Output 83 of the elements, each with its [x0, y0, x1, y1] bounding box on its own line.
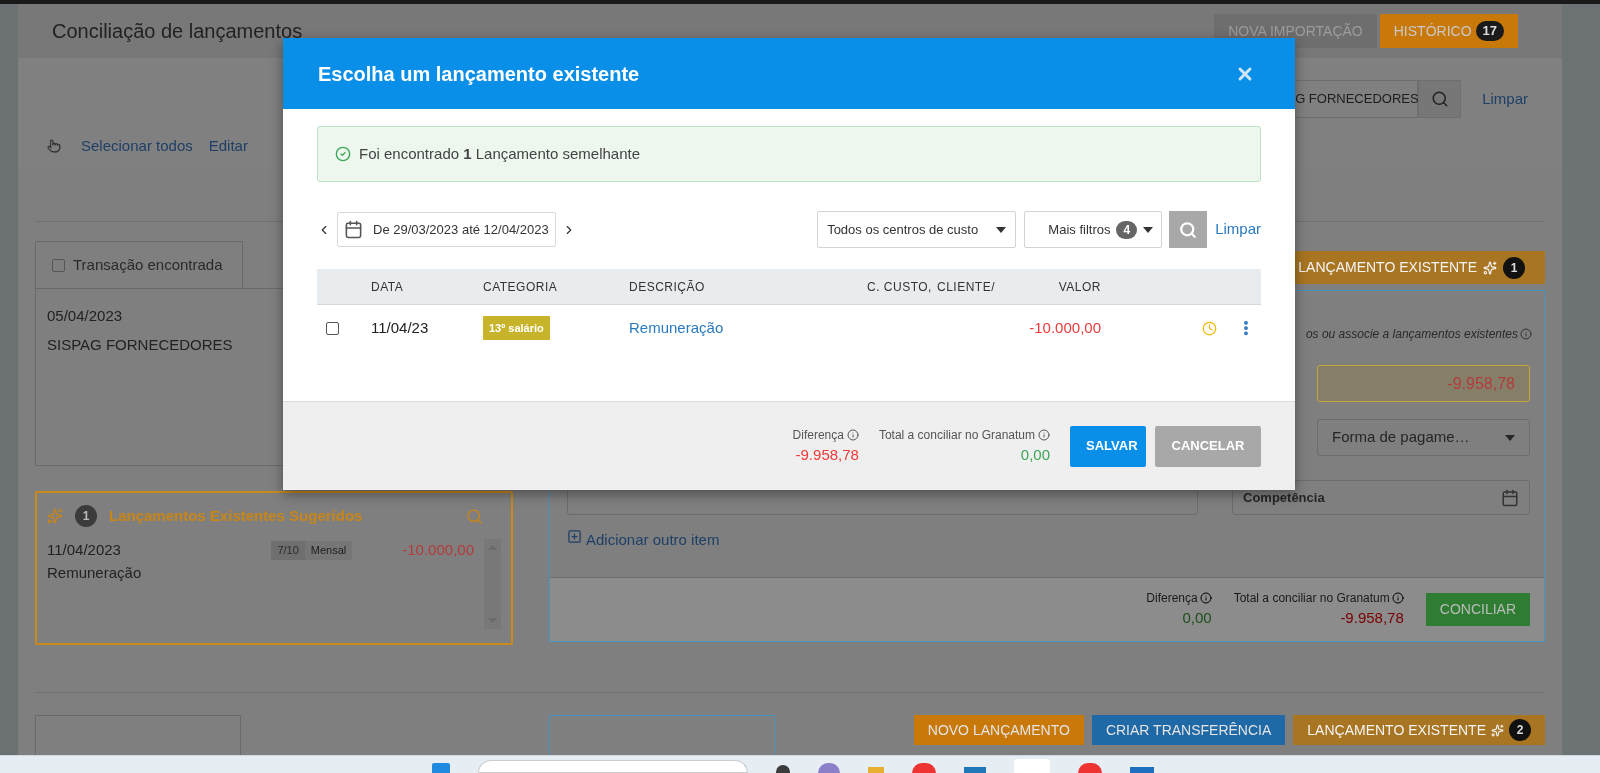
taskbar-search[interactable] [478, 760, 748, 773]
more-filters-button[interactable]: Mais filtros 4 [1024, 211, 1163, 248]
alert-text: Foi encontrado 1 Lançamento semelhante [359, 143, 641, 164]
add-icon[interactable] [567, 529, 582, 544]
column-header: CLIENTE/ [937, 278, 996, 296]
category-tag: 13º salário [483, 315, 550, 341]
installment-tag: 7/10 [271, 541, 305, 560]
search-button[interactable] [1418, 80, 1462, 119]
info-icon [1038, 428, 1050, 441]
panel-title: Lançamentos Existentes Sugeridos [109, 505, 364, 526]
difference-value: -9.958,78 [795, 444, 859, 465]
count-badge: 1 [75, 505, 97, 527]
table-row[interactable]: 11/04/23 13º salário Remuneração -10.000,00 [317, 305, 1261, 351]
transaction-date: 05/04/2023 [47, 306, 123, 326]
clock-icon[interactable] [1202, 320, 1217, 336]
dialog-button[interactable]: CANCELAR [1155, 425, 1261, 467]
total-value: 0,00 [1020, 444, 1050, 465]
clear-link[interactable]: Limpar [1215, 218, 1261, 241]
value-cell-text: -10.000,00 [1028, 317, 1101, 338]
check-circle-icon [335, 146, 351, 162]
count-badge: 2 [1509, 719, 1531, 741]
search-icon [1430, 90, 1449, 109]
difference-label: Diferença [1146, 590, 1198, 608]
total-label: Total a conciliar no Granatum [878, 426, 1035, 444]
transaction-tab[interactable]: Transação encontrada [35, 241, 243, 288]
header-button[interactable]: HISTÓRICO 17 [1379, 14, 1518, 48]
start-icon[interactable] [432, 763, 450, 773]
page-title: Conciliação de lançamentos [52, 19, 303, 44]
caret-icon [1143, 226, 1154, 233]
column-header: VALOR [1057, 278, 1101, 296]
date-range: De 29/03/2023 até 12/04/2023 [373, 220, 549, 239]
search-icon [1179, 220, 1198, 239]
action-button[interactable]: NOVO LANÇAMENTO [913, 715, 1084, 745]
dialog-title: Escolha um lançamento existente [318, 61, 640, 87]
count-badge: 1 [1503, 256, 1525, 279]
column-header: C. CUSTO, [867, 278, 933, 296]
item-description: Remuneração [47, 562, 143, 583]
total-label: Total a conciliar no Granatum [1233, 590, 1390, 608]
count-badge: 17 [1475, 21, 1504, 41]
date-range-field[interactable]: De 29/03/2023 até 12/04/2023 [337, 212, 556, 247]
search-button[interactable] [1169, 211, 1208, 248]
suggestion-item[interactable]: 11/04/2023 Remuneração 7/10 Mensal -10.000,00 [47, 539, 484, 584]
column-header: DATA [371, 278, 405, 296]
info-icon [1391, 592, 1404, 605]
count-badge: 4 [1116, 220, 1138, 239]
difference-value: 0,00 [1182, 608, 1212, 629]
add-item-link[interactable]: Adicionar outro item [586, 529, 720, 552]
search-icon[interactable] [466, 507, 483, 525]
clear-link[interactable]: Limpar [1482, 87, 1528, 111]
frequency-tag: Mensal [304, 541, 353, 560]
action-button[interactable]: LANÇAMENTO EXISTENTE 2 [1293, 715, 1545, 745]
sparkle-icon [1491, 723, 1504, 737]
caret-icon [996, 226, 1007, 233]
description-link[interactable]: Remuneração [629, 316, 867, 340]
checkbox[interactable] [326, 321, 339, 335]
toolbar-link[interactable]: Editar [208, 135, 248, 158]
calendar-icon [1501, 488, 1519, 507]
checkbox[interactable] [52, 258, 65, 272]
info-icon [1199, 592, 1212, 605]
app-icon[interactable] [776, 765, 790, 773]
sparkle-icon [47, 508, 63, 524]
sparkle-icon [1483, 260, 1497, 275]
info-icon [846, 428, 859, 441]
total-value: -9.958,78 [1340, 608, 1404, 629]
action-button[interactable]: CRIAR TRANSFERÊNCIA [1091, 715, 1286, 745]
item-date: 11/04/2023 [47, 540, 122, 560]
column-header: DESCRIÇÃO [629, 278, 706, 296]
reconcile-button[interactable]: CONCILIAR [1425, 593, 1530, 626]
date-cell-text: 11/04/23 [371, 317, 430, 338]
dialog-button[interactable]: SALVAR [1070, 425, 1146, 467]
hint-text: os ou associe a lançamentos existentes [1305, 326, 1518, 343]
tab-label: Transação encontrada [73, 254, 223, 275]
toolbar-link[interactable]: Selecionar todos [81, 135, 193, 158]
item-amount: -10.000,00 [402, 540, 474, 560]
cost-center-select[interactable]: Todos os centros de custo [817, 211, 1017, 248]
hand-icon [47, 139, 61, 154]
transaction-description: SISPAG FORNECEDORES [47, 334, 233, 355]
caret-icon [1505, 434, 1515, 441]
payment-select[interactable]: Forma de pagame… [1317, 419, 1530, 456]
info-icon [1520, 328, 1532, 340]
difference-label: Diferença [792, 426, 844, 444]
calendar-icon [344, 220, 363, 239]
column-header: CATEGORIA [483, 278, 559, 296]
